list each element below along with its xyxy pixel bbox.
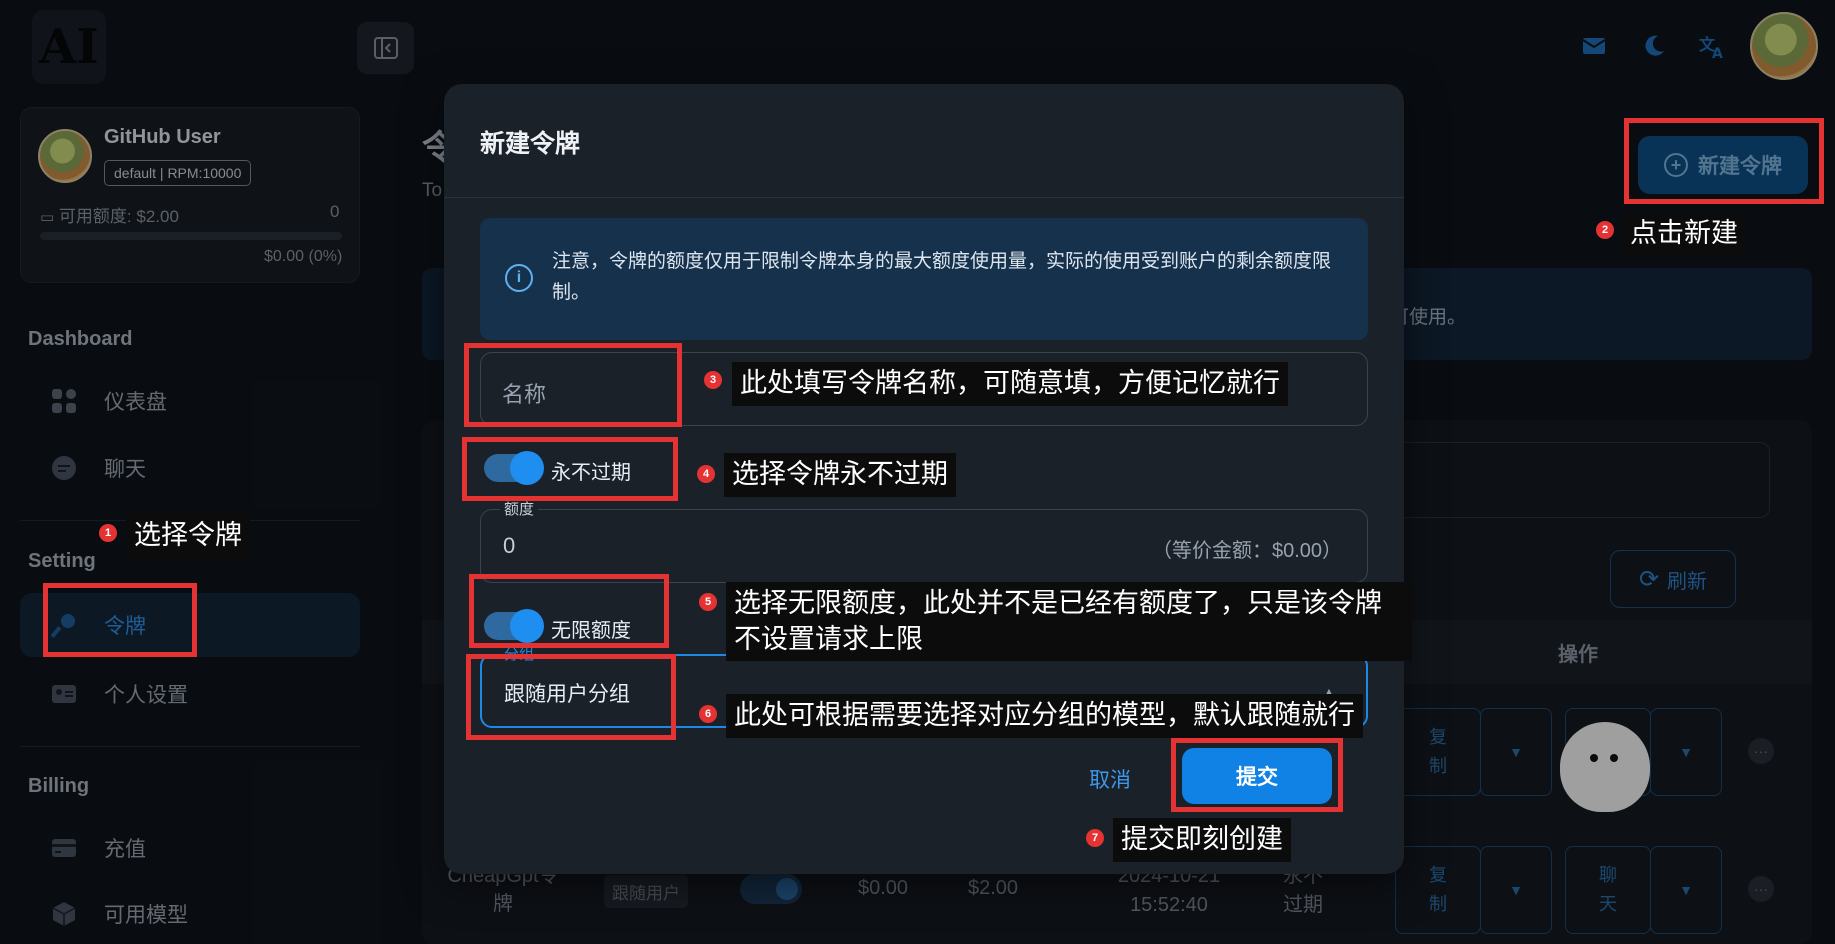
- quota-equiv-amount: （等价金额：$0.00）: [1152, 540, 1343, 562]
- annotation-label: 提交即刻创建: [1113, 818, 1291, 862]
- annotation-label: 选择令牌: [126, 514, 250, 558]
- highlight-box-tokens: [43, 583, 197, 657]
- highlight-box-submit: [1171, 738, 1343, 812]
- annotation-number: 1: [99, 524, 117, 542]
- quota-field-value: 0: [503, 533, 516, 558]
- annotation-number: 5: [699, 593, 717, 611]
- modal-title: 新建令牌: [480, 130, 581, 158]
- highlight-box-never-expire: [462, 437, 678, 501]
- cancel-button[interactable]: 取消: [1060, 754, 1160, 804]
- modal-divider: [444, 197, 1404, 198]
- annotation-label: 点击新建: [1622, 212, 1746, 256]
- highlight-box-name: [464, 343, 682, 427]
- annotation-number: 7: [1086, 829, 1104, 847]
- quota-field-label: 额度: [500, 498, 539, 519]
- annotation-label: 选择无限额度，此处并不是已经有额度了，只是该令牌不设置请求上限: [726, 582, 1412, 662]
- highlight-box-unlimited: [469, 574, 669, 648]
- highlight-box-group: [466, 654, 676, 740]
- annotation-number: 2: [1596, 221, 1614, 239]
- annotation-number: 6: [699, 705, 717, 723]
- notice-text: 注意，令牌的额度仅用于限制令牌本身的最大额度使用量，实际的使用受到账户的剩余额度…: [552, 251, 1332, 303]
- annotation-number: 4: [697, 465, 715, 483]
- annotation-label: 此处可根据需要选择对应分组的模型，默认跟随就行: [726, 694, 1363, 738]
- info-icon: i: [505, 264, 533, 292]
- annotation-label: 选择令牌永不过期: [724, 453, 956, 497]
- annotation-label: 此处填写令牌名称，可随意填，方便记忆就行: [732, 362, 1288, 406]
- annotation-number: 3: [704, 371, 722, 389]
- highlight-box-new-token: [1624, 118, 1824, 204]
